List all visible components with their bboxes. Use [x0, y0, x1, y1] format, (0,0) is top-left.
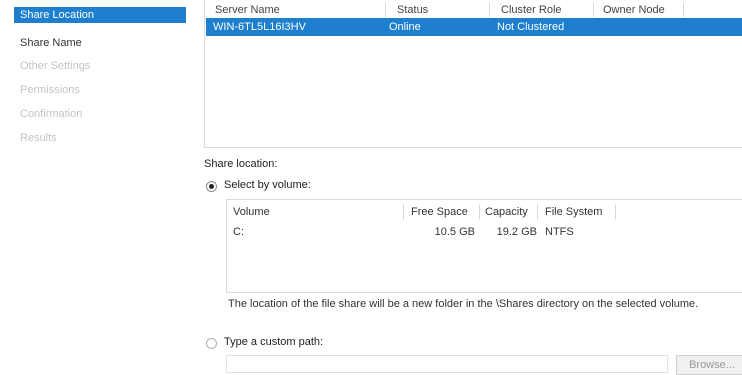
free-space-cell: 10.5 GB [434, 226, 475, 238]
server-list[interactable]: Server Name Status Cluster Role Owner No… [204, 0, 742, 148]
share-folder-note: The location of the file share will be a… [228, 298, 699, 310]
custom-path-label[interactable]: Type a custom path: [224, 336, 323, 348]
capacity-cell: 19.2 GB [496, 226, 537, 238]
custom-path-input[interactable] [226, 355, 668, 373]
nav-item-other-settings: Other Settings [20, 60, 91, 72]
select-by-volume-label[interactable]: Select by volume: [224, 179, 311, 191]
file-system-cell: NTFS [545, 226, 574, 238]
custom-path-radio[interactable] [206, 338, 217, 349]
column-header-owner-node[interactable]: Owner Node [597, 3, 684, 17]
nav-item-share-name[interactable]: Share Name [20, 35, 82, 51]
column-header-free-space[interactable]: Free Space [411, 204, 480, 220]
browse-button[interactable]: Browse... [676, 355, 742, 375]
column-header-volume[interactable]: Volume [233, 204, 404, 220]
server-cluster-role-cell: Not Clustered [497, 21, 565, 33]
column-header-capacity[interactable]: Capacity [485, 204, 538, 220]
column-header-cluster-role[interactable]: Cluster Role [495, 3, 594, 17]
column-header-file-system[interactable]: File System [545, 204, 616, 220]
server-status-cell: Online [389, 21, 421, 33]
share-location-heading: Share location: [204, 158, 278, 170]
server-name-cell: WIN-6TL5L16I3HV [213, 21, 306, 33]
column-header-status[interactable]: Status [391, 3, 490, 17]
server-row-selected[interactable]: WIN-6TL5L16I3HV Online Not Clustered [206, 18, 742, 36]
nav-item-share-location[interactable]: Share Location [14, 7, 186, 23]
wizard-nav: Share Location Share Name Other Settings… [0, 0, 188, 366]
volume-list[interactable]: Volume Free Space Capacity File System C… [226, 199, 742, 293]
nav-item-permissions: Permissions [20, 84, 80, 96]
column-header-server-name[interactable]: Server Name [209, 3, 386, 17]
select-by-volume-radio[interactable] [206, 181, 217, 192]
server-list-header: Server Name Status Cluster Role Owner No… [205, 0, 742, 17]
volume-cell[interactable]: C: [233, 224, 244, 240]
nav-item-confirmation: Confirmation [20, 108, 83, 120]
nav-item-results: Results [20, 132, 57, 144]
